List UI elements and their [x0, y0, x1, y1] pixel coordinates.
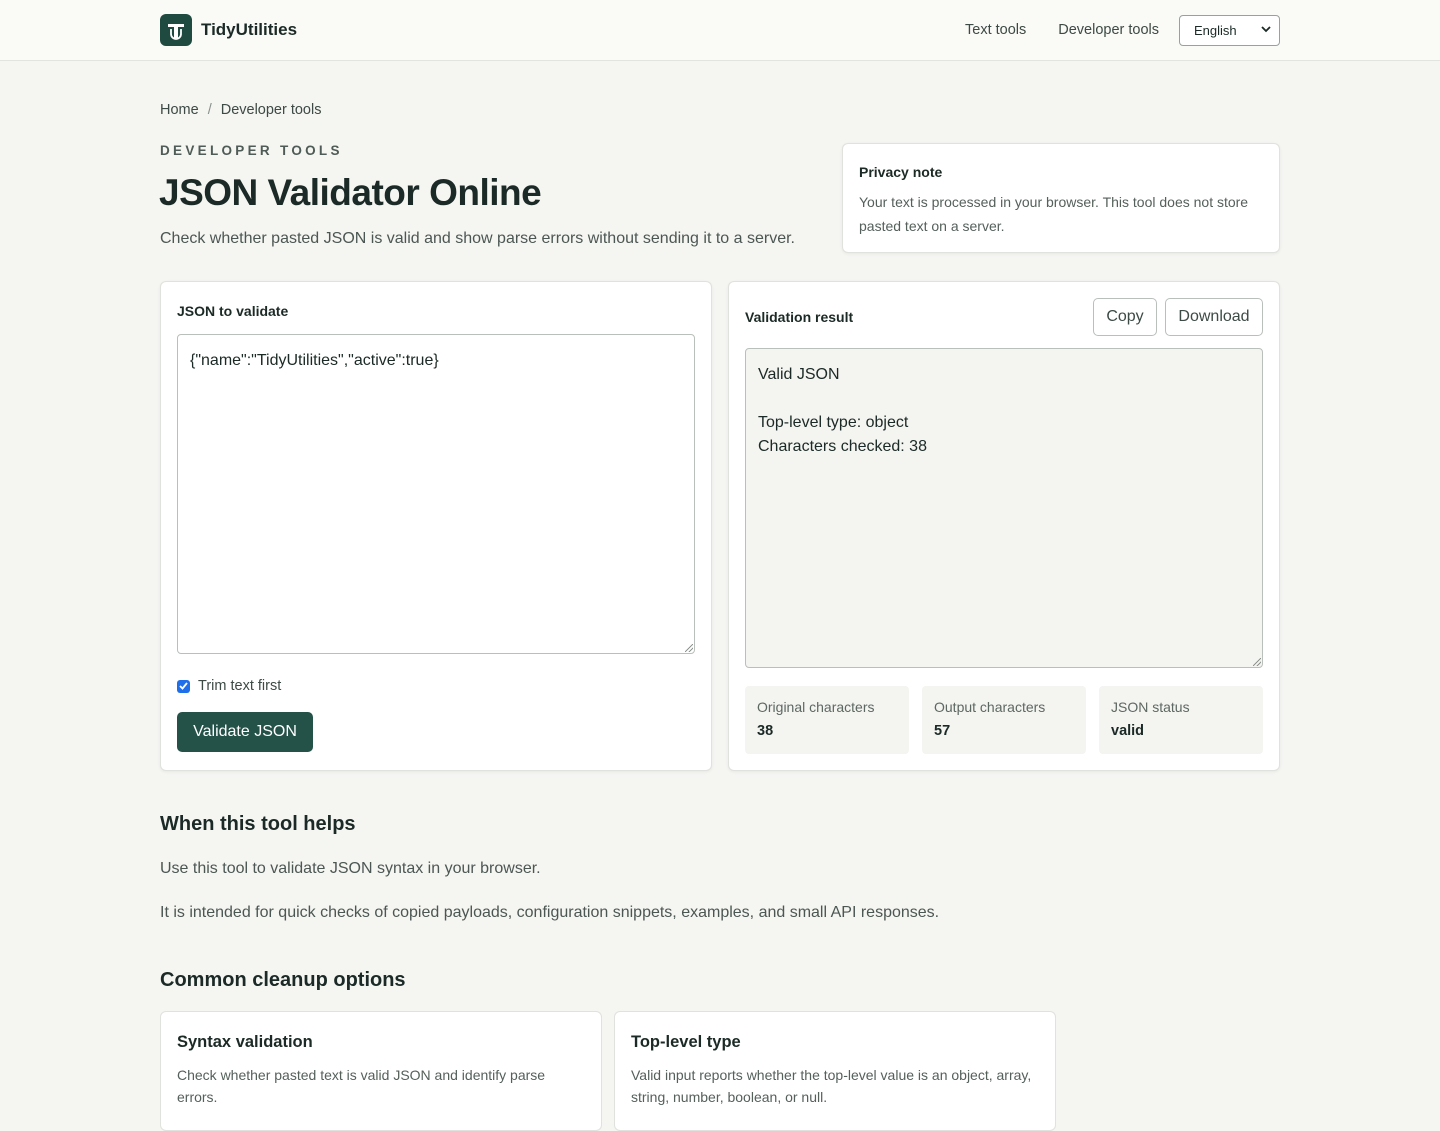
trim-checkbox[interactable]	[177, 679, 190, 693]
helps-paragraph: It is intended for quick checks of copie…	[160, 904, 940, 921]
result-label: Validation result	[745, 309, 854, 325]
helps-heading: When this tool helps	[160, 813, 356, 835]
validate-json-button[interactable]: Validate JSON	[177, 712, 313, 752]
language-select[interactable]: English	[1179, 14, 1280, 46]
nav-text-tools[interactable]: Text tools	[965, 22, 1026, 38]
stat-value: valid	[1111, 723, 1145, 739]
result-panel: Validation result Copy Download Valid JS…	[728, 281, 1280, 771]
resize-handle-icon[interactable]	[1253, 658, 1261, 666]
breadcrumb-developer-tools[interactable]: Developer tools	[221, 102, 322, 118]
option-card-title: Top-level type	[631, 1033, 741, 1051]
logo-icon[interactable]	[160, 14, 192, 46]
language-select-value: English	[1194, 22, 1237, 38]
input-panel: JSON to validate {"name":"TidyUtilities"…	[160, 281, 712, 771]
privacy-note-text: Your text is processed in your browser. …	[859, 194, 1249, 234]
option-card-top-level-type: Top-level type Valid input reports wheth…	[614, 1011, 1056, 1131]
page-description: Check whether pasted JSON is valid and s…	[160, 230, 795, 247]
options-heading: Common cleanup options	[160, 969, 406, 991]
trim-option[interactable]: Trim text first	[177, 678, 281, 694]
option-card-text: Valid input reports whether the top-leve…	[631, 1067, 1032, 1105]
stat-value: 38	[757, 723, 774, 739]
breadcrumb: Home / Developer tools	[160, 102, 321, 118]
page-eyebrow: DEVELOPER TOOLS	[160, 143, 343, 158]
json-input[interactable]: {"name":"TidyUtilities","active":true}	[177, 334, 695, 654]
trim-checkbox-label: Trim text first	[198, 678, 282, 694]
main-nav: Text tools Developer tools English	[933, 14, 1280, 46]
stat-value: 57	[934, 723, 951, 739]
option-card-text: Check whether pasted text is valid JSON …	[177, 1067, 546, 1105]
stat-output-characters: Output characters 57	[922, 686, 1086, 754]
stat-label: Original characters	[757, 699, 875, 715]
brand-name[interactable]: TidyUtilities	[201, 20, 297, 40]
input-label: JSON to validate	[177, 303, 289, 319]
breadcrumb-home[interactable]: Home	[160, 102, 199, 118]
helps-paragraph: Use this tool to validate JSON syntax in…	[160, 860, 541, 877]
privacy-note-title: Privacy note	[859, 164, 943, 180]
chevron-down-icon	[1261, 25, 1271, 36]
stat-json-status: JSON status valid	[1099, 686, 1263, 754]
download-button[interactable]: Download	[1165, 298, 1263, 336]
stat-label: Output characters	[934, 699, 1046, 715]
privacy-note: Privacy note Your text is processed in y…	[842, 143, 1280, 253]
nav-developer-tools[interactable]: Developer tools	[1058, 22, 1159, 38]
breadcrumb-separator: /	[207, 102, 212, 118]
page-title: JSON Validator Online	[159, 172, 542, 213]
top-navigation-bar: TidyUtilities Text tools Developer tools…	[0, 0, 1440, 61]
copy-button[interactable]: Copy	[1093, 298, 1157, 336]
option-card-title: Syntax validation	[177, 1033, 313, 1051]
validation-output[interactable]: Valid JSON Top-level type: object Charac…	[745, 348, 1263, 668]
stat-original-characters: Original characters 38	[745, 686, 909, 754]
stat-label: JSON status	[1111, 699, 1190, 715]
option-card-syntax-validation: Syntax validation Check whether pasted t…	[160, 1011, 602, 1131]
resize-handle-icon[interactable]	[685, 644, 693, 652]
